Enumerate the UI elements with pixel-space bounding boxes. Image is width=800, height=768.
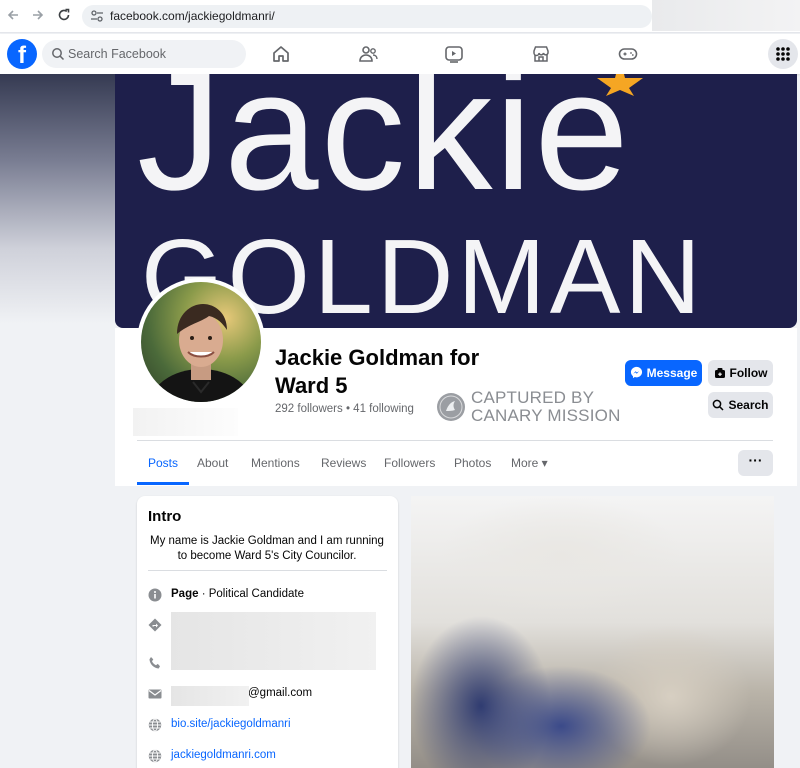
- search-page-button[interactable]: Search: [708, 392, 773, 418]
- logo-letter: f: [18, 42, 26, 69]
- tab-more[interactable]: More ▾: [511, 441, 548, 485]
- intro-bio: My name is Jackie Goldman and I am runni…: [150, 535, 384, 562]
- marketplace-icon[interactable]: [530, 43, 552, 65]
- back-arrow-icon[interactable]: [4, 8, 22, 26]
- redacted-region: [133, 408, 238, 436]
- profile-avatar[interactable]: [137, 278, 265, 406]
- grid-icon: [776, 47, 790, 61]
- friends-icon[interactable]: [357, 43, 379, 65]
- address-bar[interactable]: facebook.com/jackiegoldmanri/: [82, 5, 652, 28]
- redacted-region: [171, 686, 249, 706]
- search-label: Search: [728, 398, 769, 412]
- message-label: Message: [646, 366, 698, 380]
- email-suffix[interactable]: @gmail.com: [248, 687, 312, 699]
- url-text: facebook.com/jackiegoldmanri/: [110, 9, 275, 23]
- follow-icon: [714, 368, 725, 378]
- globe-icon: [148, 749, 162, 763]
- follower-counts[interactable]: 292 followers • 41 following: [275, 403, 414, 415]
- reload-icon[interactable]: [55, 8, 73, 26]
- intro-card: Intro My name is Jackie Goldman and I am…: [137, 496, 398, 768]
- intro-divider: [148, 570, 387, 571]
- search-icon: [713, 399, 725, 411]
- redacted-region: [652, 0, 800, 31]
- info-icon: [148, 588, 162, 602]
- follow-button[interactable]: Follow: [708, 360, 773, 386]
- menu-grid-button[interactable]: [768, 39, 798, 69]
- forward-arrow-icon[interactable]: [29, 8, 47, 26]
- home-icon[interactable]: [270, 43, 292, 65]
- site-settings-icon[interactable]: [90, 9, 104, 23]
- facebook-logo-icon[interactable]: f: [7, 39, 37, 69]
- page-label: Page: [171, 588, 199, 600]
- follow-label: Follow: [729, 366, 768, 380]
- facebook-top-nav: f: [0, 34, 800, 74]
- intro-title: Intro: [148, 508, 182, 525]
- tab-posts[interactable]: Posts: [137, 441, 190, 485]
- search-icon: [52, 48, 65, 61]
- cover-text-first-name: Jackie: [137, 74, 631, 226]
- watermark-line-2: CANARY MISSION: [471, 406, 621, 425]
- tab-followers[interactable]: Followers: [384, 441, 435, 485]
- video-icon[interactable]: [443, 43, 465, 65]
- tab-about[interactable]: About: [197, 441, 228, 485]
- featured-post[interactable]: [411, 496, 774, 768]
- page-category: · Political Candidate: [198, 588, 304, 600]
- tab-mentions[interactable]: Mentions: [251, 441, 300, 485]
- search-input[interactable]: [68, 44, 238, 64]
- gaming-icon[interactable]: [617, 43, 639, 65]
- redacted-region: [171, 612, 376, 670]
- blurred-post-image: [411, 496, 774, 768]
- canary-badge-icon: [437, 393, 465, 421]
- messenger-icon: [630, 366, 642, 379]
- phone-icon: [149, 657, 160, 669]
- bio-site-link[interactable]: bio.site/jackiegoldmanri: [171, 718, 291, 730]
- tab-reviews[interactable]: Reviews: [321, 441, 366, 485]
- message-button[interactable]: Message: [625, 360, 702, 386]
- tab-photos[interactable]: Photos: [454, 441, 491, 485]
- watermark-line-1: CAPTURED BY: [471, 388, 595, 407]
- avatar-photo: [141, 282, 261, 402]
- website-link[interactable]: jackiegoldmanri.com: [171, 749, 276, 761]
- browser-toolbar: facebook.com/jackiegoldmanri/: [0, 0, 800, 33]
- email-icon: [148, 689, 162, 699]
- search-box[interactable]: [42, 40, 246, 68]
- directions-icon: [148, 618, 162, 632]
- globe-icon: [148, 718, 162, 732]
- watermark: CAPTURED BY CANARY MISSION: [437, 388, 627, 428]
- star-icon: [597, 74, 643, 96]
- background-fade: [0, 74, 115, 324]
- more-options-button[interactable]: ···: [738, 450, 773, 476]
